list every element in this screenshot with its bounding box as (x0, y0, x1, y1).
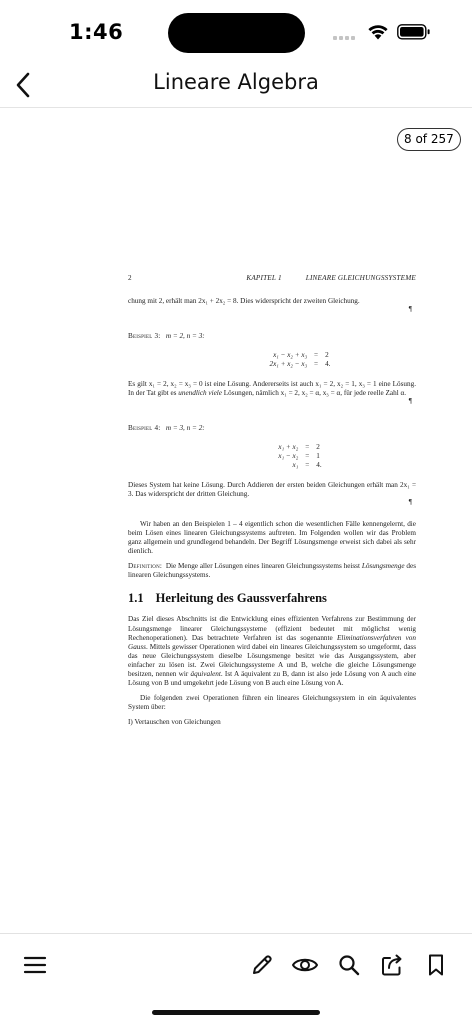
example-4-params: m = 3, n = 2: (165, 423, 205, 432)
bookmark-button[interactable] (421, 950, 451, 980)
pencil-icon (253, 955, 272, 974)
example-4-label: Beispiel 4: (128, 423, 161, 432)
equation-rhs: 4. (325, 360, 331, 369)
search-icon (339, 955, 360, 976)
search-button[interactable] (334, 950, 364, 980)
equation-rhs: 2 (316, 442, 320, 451)
end-mark: ¶ (408, 497, 412, 506)
emphasis: äquivalent (190, 669, 221, 678)
battery-icon (397, 24, 430, 40)
equation-rhs: 2 (325, 351, 329, 360)
menu-button[interactable] (20, 950, 50, 980)
equation-rel: = (305, 452, 310, 461)
equation-rhs: 1 (316, 452, 320, 461)
text-run: Die Menge aller Lösungen eines linearen … (165, 562, 362, 571)
bottom-toolbar (0, 933, 472, 1024)
operation-item: I) Vertauschen von Gleichungen (128, 718, 221, 727)
status-icons (333, 22, 433, 42)
emphasis: unendlich viele (178, 388, 222, 397)
section-number: 1.1 (128, 591, 144, 606)
page-counter: 8 of 257 (397, 128, 461, 151)
equation-system-4: x₁ + x₂ = 2 x₁ − x₂ = 1 x₁ = 4. (184, 443, 416, 471)
example-3-label: Beispiel 3: (128, 332, 161, 341)
dynamic-island (168, 13, 305, 53)
section-title: Herleitung des Gaussverfahrens (155, 591, 327, 606)
navigation-bar: Lineare Algebra (0, 62, 472, 108)
equation-rel: = (314, 360, 319, 369)
running-head: 2 KAPITEL 1 LINEARE GLEICHUNGSSYSTEME (128, 274, 416, 283)
paragraph-section: Das Ziel dieses Abschnitts ist die Entwi… (128, 615, 416, 688)
bookmark-icon (429, 954, 443, 976)
equation-lhs: 2x₁ + x₂ − x₃ (269, 360, 308, 369)
example-3-heading: Beispiel 3: m = 2, n = 3: (128, 332, 416, 341)
share-button[interactable] (377, 950, 407, 980)
equation-rel: = (305, 442, 310, 451)
equation-lhs: x₁ − x₂ (278, 452, 299, 461)
view-mode-button[interactable] (290, 950, 320, 980)
equation-rel: = (314, 351, 319, 360)
paragraph-example-3: Es gilt x₁ = 2, x₂ = x₃ = 0 ist eine Lös… (128, 380, 416, 398)
home-indicator (152, 1010, 320, 1015)
eye-icon (292, 958, 318, 972)
pdf-page: 2 KAPITEL 1 LINEARE GLEICHUNGSSYSTEME ch… (128, 274, 416, 727)
annotate-button[interactable] (247, 950, 277, 980)
cellular-signal-icon (333, 36, 355, 40)
emphasis: Lösungsmenge (361, 562, 405, 571)
share-icon (382, 954, 402, 976)
end-mark: ¶ (408, 396, 412, 405)
definition-label: Definition: (128, 562, 163, 571)
menu-icon (23, 956, 47, 974)
section-heading: 1.1 Herleitung des Gaussverfahrens (128, 591, 416, 606)
status-time: 1:46 (69, 20, 124, 44)
wifi-icon (368, 25, 388, 40)
status-bar: 1:46 (0, 0, 472, 62)
paragraph-operations: Die folgenden zwei Operationen führen ei… (128, 694, 416, 712)
example-3-params: m = 2, n = 3: (165, 332, 205, 341)
equation-rel: = (305, 461, 310, 470)
paragraph-intro: chung mit 2, erhält man 2x₁ + 2x₂ = 8. D… (128, 297, 360, 306)
paragraph-summary: Wir haben an den Beispielen 1 – 4 eigent… (128, 519, 416, 556)
page-number: 2 (128, 274, 132, 282)
chapter-label: KAPITEL 1 (246, 274, 282, 282)
equation-system-3: x₁ − x₂ + x₃ = 2 2x₁ + x₂ − x₃ = 4. (184, 351, 416, 369)
chapter-title: LINEARE GLEICHUNGSSYSTEME (305, 274, 416, 282)
document-title: Lineare Algebra (153, 70, 319, 94)
text-run: Lösungen, nämlich x₁ = 2, x₂ = α, x₃ = α… (221, 388, 407, 397)
paragraph-example-4: Dieses System hat keine Lösung. Durch Ad… (128, 480, 416, 498)
equation-rhs: 4. (316, 461, 322, 470)
definition: Definition: Die Menge aller Lösungen ein… (128, 562, 416, 580)
pdf-viewer[interactable]: 8 of 257 2 KAPITEL 1 LINEARE GLEICHUNGSS… (0, 108, 472, 933)
end-mark: ¶ (408, 305, 412, 314)
equation-lhs: x₁ − x₂ + x₃ (273, 351, 308, 360)
equation-lhs: x₁ + x₂ (278, 442, 299, 451)
example-4-heading: Beispiel 4: m = 3, n = 2: (128, 424, 416, 433)
equation-lhs: x₁ (292, 461, 299, 470)
